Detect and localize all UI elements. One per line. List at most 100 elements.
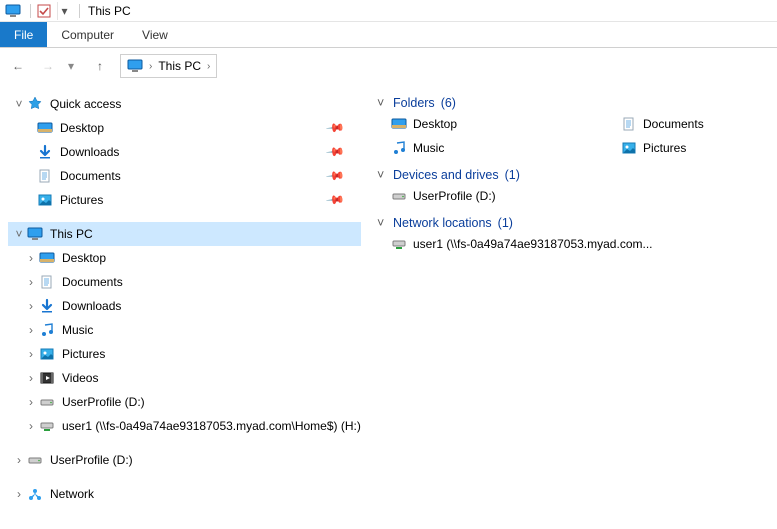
- tree-pc-item[interactable]: › Pictures: [8, 342, 361, 366]
- pin-icon: 📌: [325, 118, 345, 138]
- breadcrumb-label: This PC: [158, 59, 201, 73]
- expander-open-icon[interactable]: ˅: [12, 97, 26, 111]
- tree-qa-item[interactable]: Desktop 📌: [8, 116, 361, 140]
- tab-file[interactable]: File: [0, 22, 47, 47]
- content-item[interactable]: Pictures: [621, 138, 704, 158]
- pictures-icon: [621, 140, 637, 156]
- expander-closed-icon[interactable]: ›: [12, 487, 26, 501]
- content-item[interactable]: Documents: [621, 114, 704, 134]
- tree-item-label: Music: [62, 323, 93, 337]
- navbar: ← → ▾ ↑ › This PC ›: [0, 48, 777, 84]
- tree-root-drive-label: UserProfile (D:): [50, 453, 133, 467]
- pin-icon: 📌: [325, 166, 345, 186]
- tree-quick-access-label: Quick access: [50, 97, 121, 111]
- desktop-icon: [36, 119, 54, 137]
- tree-item-label: Desktop: [60, 121, 104, 135]
- qat-dropdown-icon[interactable]: ▾: [57, 2, 71, 20]
- titlebar: ▾ This PC: [0, 0, 777, 22]
- expander-closed-icon[interactable]: ›: [24, 371, 38, 385]
- documents-icon: [621, 116, 637, 132]
- documents-icon: [38, 273, 56, 291]
- main-split: ˅ Quick access Desktop📌Downloads📌Documen…: [0, 84, 777, 529]
- breadcrumb-this-pc[interactable]: This PC: [158, 59, 201, 73]
- tree-qa-item[interactable]: Downloads 📌: [8, 140, 361, 164]
- nav-history-dropdown-icon[interactable]: ▾: [68, 59, 80, 73]
- expander-closed-icon[interactable]: ›: [24, 395, 38, 409]
- tree-item-label: Documents: [62, 275, 123, 289]
- chevron-right-icon[interactable]: ›: [149, 61, 152, 72]
- tree-pc-item[interactable]: ›user1 (\\fs-0a49a74ae93187053.myad.com\…: [8, 414, 361, 438]
- group-devices-header[interactable]: ˅ Devices and drives (1): [377, 168, 765, 182]
- group-folders-header[interactable]: ˅ Folders (6): [377, 96, 765, 110]
- tree-item-label: UserProfile (D:): [62, 395, 145, 409]
- tree-network-label: Network: [50, 487, 94, 501]
- caret-down-icon: ˅: [377, 168, 387, 182]
- address-pc-icon: [127, 58, 143, 74]
- group-devices-count: (1): [505, 168, 520, 182]
- caret-down-icon: ˅: [377, 216, 387, 230]
- tree-network[interactable]: › Network: [8, 482, 361, 506]
- content-item[interactable]: Music: [391, 138, 621, 158]
- devices-items: UserProfile (D:): [377, 186, 765, 206]
- group-folders-label: Folders: [393, 96, 435, 110]
- nav-tree: ˅ Quick access Desktop📌Downloads📌Documen…: [0, 84, 365, 529]
- content-item-label: Documents: [643, 117, 704, 131]
- nav-back-icon[interactable]: ←: [8, 56, 28, 76]
- expander-closed-icon[interactable]: ›: [24, 275, 38, 289]
- music-icon: [391, 140, 407, 156]
- tree-pc-item[interactable]: › UserProfile (D:): [8, 390, 361, 414]
- group-netloc-header[interactable]: ˅ Network locations (1): [377, 216, 765, 230]
- tree-pc-item[interactable]: ›Downloads: [8, 294, 361, 318]
- tree-pc-item[interactable]: › Desktop: [8, 246, 361, 270]
- tree-qa-item[interactable]: Documents📌: [8, 164, 361, 188]
- content-item-label: user1 (\\fs-0a49a74ae93187053.myad.com..…: [413, 237, 652, 251]
- content-item[interactable]: UserProfile (D:): [391, 186, 765, 206]
- tab-computer[interactable]: Computer: [47, 22, 128, 47]
- expander-closed-icon[interactable]: ›: [24, 251, 38, 265]
- pin-icon: 📌: [325, 190, 345, 210]
- expander-closed-icon[interactable]: ›: [24, 419, 38, 433]
- pc-icon: [26, 225, 44, 243]
- expander-open-icon[interactable]: ˅: [12, 227, 26, 241]
- tree-pc-item[interactable]: › Videos: [8, 366, 361, 390]
- group-folders-count: (6): [441, 96, 456, 110]
- address-bar[interactable]: › This PC ›: [120, 54, 217, 78]
- caret-down-icon: ˅: [377, 96, 387, 110]
- chevron-right-icon[interactable]: ›: [207, 61, 210, 72]
- tab-view[interactable]: View: [128, 22, 182, 47]
- netloc-items: user1 (\\fs-0a49a74ae93187053.myad.com..…: [377, 234, 765, 254]
- tree-item-label: Pictures: [62, 347, 105, 361]
- expander-closed-icon[interactable]: ›: [24, 347, 38, 361]
- group-devices-label: Devices and drives: [393, 168, 499, 182]
- expander-closed-icon[interactable]: ›: [24, 299, 38, 313]
- pin-icon: 📌: [325, 142, 345, 162]
- expander-closed-icon[interactable]: ›: [12, 453, 26, 467]
- desktop-icon: [38, 249, 56, 267]
- tree-quick-access[interactable]: ˅ Quick access: [8, 92, 361, 116]
- tree-qa-item[interactable]: Pictures📌: [8, 188, 361, 212]
- tree-root-drive[interactable]: › UserProfile (D:): [8, 448, 361, 472]
- tree-pc-item[interactable]: › Music: [8, 318, 361, 342]
- tree-this-pc[interactable]: ˅ This PC: [8, 222, 361, 246]
- expander-closed-icon[interactable]: ›: [24, 323, 38, 337]
- tree-item-label: Downloads: [60, 145, 119, 159]
- tree-item-label: Videos: [62, 371, 98, 385]
- tree-pc-item[interactable]: › Documents: [8, 270, 361, 294]
- content-item-label: Music: [413, 141, 444, 155]
- tree-item-label: Desktop: [62, 251, 106, 265]
- content-item[interactable]: user1 (\\fs-0a49a74ae93187053.myad.com..…: [391, 234, 765, 254]
- nav-up-icon[interactable]: ↑: [90, 56, 110, 76]
- system-pc-icon[interactable]: [4, 2, 22, 20]
- titlebar-divider: [30, 4, 31, 18]
- content-item[interactable]: Desktop: [391, 114, 621, 134]
- drive-icon: [26, 451, 44, 469]
- qat-properties-icon[interactable]: [35, 2, 53, 20]
- netdrive-icon: [38, 417, 56, 435]
- titlebar-separator: [79, 4, 80, 18]
- drive-icon: [38, 393, 56, 411]
- music-icon: [38, 321, 56, 339]
- tab-view-label: View: [142, 28, 168, 42]
- group-netloc-label: Network locations: [393, 216, 492, 230]
- tab-file-label: File: [14, 28, 33, 42]
- content-item-label: Desktop: [413, 117, 457, 131]
